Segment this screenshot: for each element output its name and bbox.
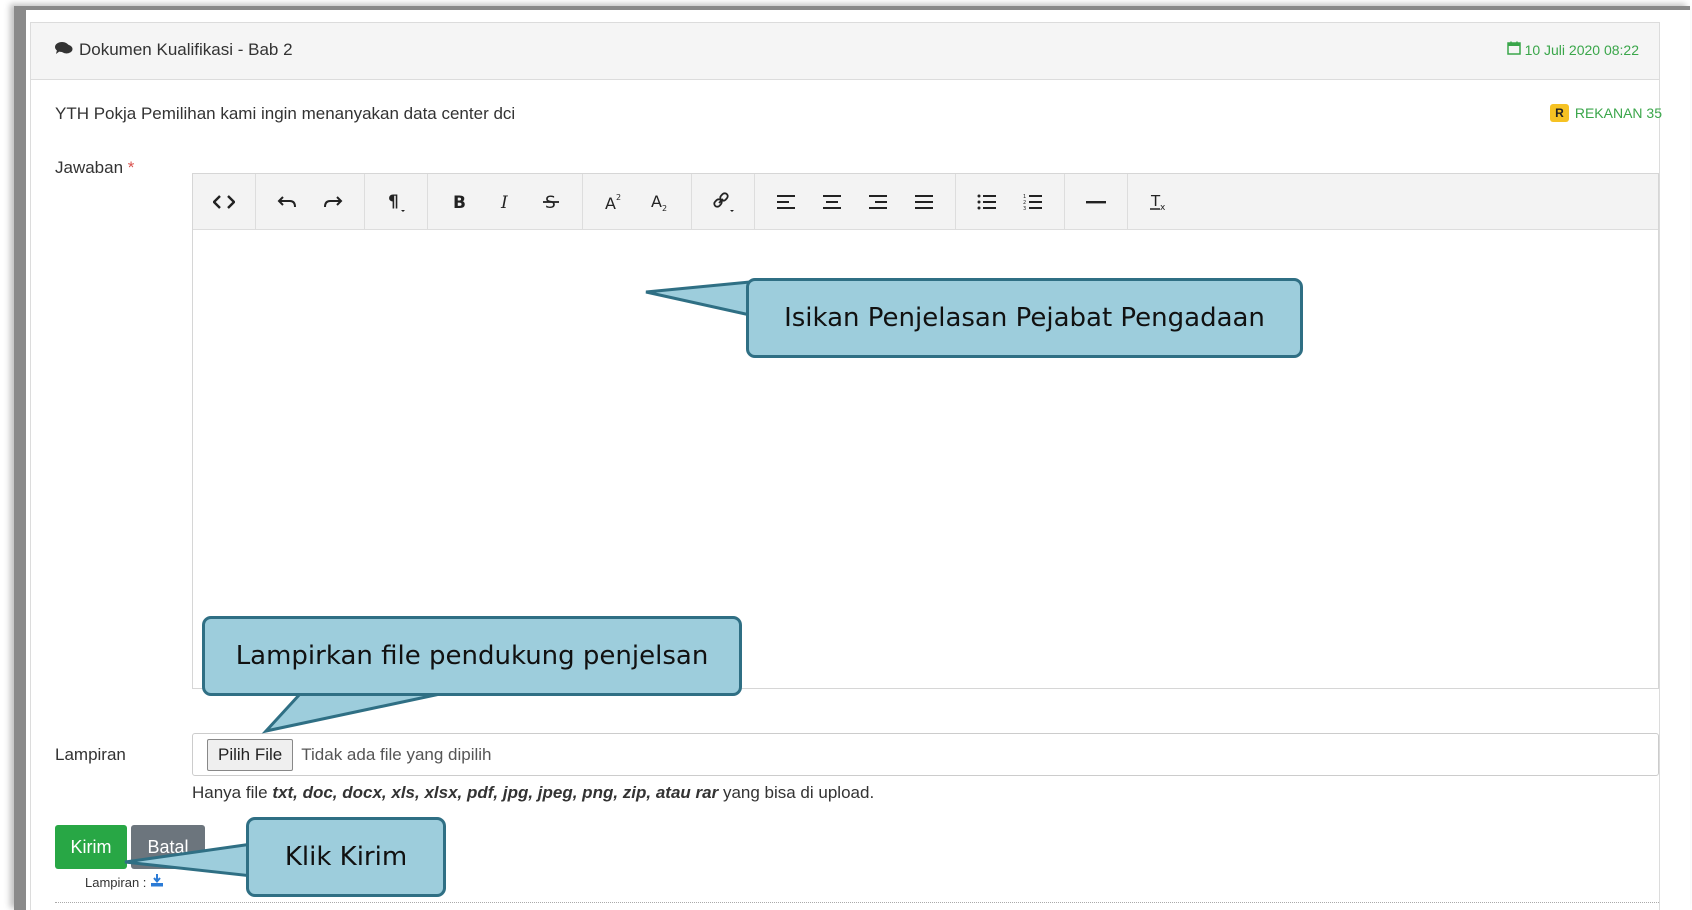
download-icon[interactable] [150,874,164,890]
required-mark: * [127,158,135,177]
toolbar-group-align [755,174,956,229]
svg-text:¶: ¶ [388,192,399,212]
panel-title-text: Dokumen Kualifikasi - Bab 2 [79,40,293,59]
svg-text:A: A [651,192,662,211]
svg-text:x: x [1160,203,1166,212]
sender-name: REKANAN 35 [1574,105,1662,121]
jawaban-label: Jawaban * [55,158,134,178]
toolbar-group-code [193,174,256,229]
align-justify-icon[interactable] [901,179,947,225]
file-status-text: Tidak ada file yang dipilih [301,744,492,764]
toolbar-group-history [256,174,365,229]
svg-text:2: 2 [616,193,621,202]
horizontal-rule-icon[interactable] [1073,179,1119,225]
question-text: YTH Pokja Pemilihan kami ingin menanyaka… [55,104,516,123]
ordered-list-icon[interactable]: 123 [1010,179,1056,225]
hint-suffix: yang bisa di upload. [722,783,875,802]
align-right-icon[interactable] [855,179,901,225]
editor-toolbar: ¶ B I S A2 A2 [193,174,1658,230]
align-left-icon[interactable] [763,179,809,225]
italic-icon[interactable]: I [482,179,528,225]
clear-formatting-icon[interactable]: Tx [1136,179,1182,225]
file-input[interactable]: Pilih File Tidak ada file yang dipilih [192,733,1659,776]
svg-text:2: 2 [662,204,667,212]
subscript-icon[interactable]: A2 [637,179,683,225]
toolbar-group-clear: Tx [1128,174,1190,229]
strikethrough-icon[interactable]: S [528,179,574,225]
svg-text:B: B [453,193,466,212]
sender-badge: R [1550,104,1569,122]
kirim-button[interactable]: Kirim [55,825,127,869]
svg-text:I: I [500,193,508,212]
editor-callout-text: Isikan Penjelasan Pejabat Pengadaan [784,303,1265,333]
post-date-text: 10 Juli 2020 08:22 [1524,41,1639,58]
lampiran-label: Lampiran [55,745,126,764]
toolbar-group-text-style: B I S [428,174,583,229]
rich-text-editor: ¶ B I S A2 A2 [192,173,1659,689]
panel-title: Dokumen Kualifikasi - Bab 2 [55,40,293,60]
toolbar-group-paragraph: ¶ [365,174,428,229]
sender-info: R REKANAN 35 [1550,104,1662,122]
attachment-link[interactable]: Lampiran : [85,874,164,890]
post-date: 10 Juli 2020 08:22 [1506,41,1639,58]
submit-callout-text: Klik Kirim [284,842,408,872]
toolbar-group-rule [1065,174,1128,229]
svg-text:3: 3 [1023,206,1026,210]
submit-callout: Klik Kirim [246,817,446,897]
code-view-icon[interactable] [201,179,247,225]
batal-button[interactable]: Batal [131,825,205,869]
file-type-hint: Hanya file txt, doc, docx, xls, xlsx, pd… [192,783,874,803]
unordered-list-icon[interactable] [964,179,1010,225]
paragraph-format-icon[interactable]: ¶ [373,179,419,225]
choose-file-button[interactable]: Pilih File [207,738,294,771]
hint-prefix: Hanya file [192,783,268,802]
undo-icon[interactable] [264,179,310,225]
toolbar-group-link [692,174,755,229]
superscript-icon[interactable]: A2 [591,179,637,225]
toolbar-group-script: A2 A2 [583,174,692,229]
insert-link-icon[interactable] [700,179,746,225]
comments-icon [55,40,73,60]
redo-icon[interactable] [310,179,356,225]
calendar-icon [1506,41,1521,58]
jawaban-label-text: Jawaban [55,158,124,177]
bold-icon[interactable]: B [436,179,482,225]
svg-text:A: A [605,194,616,212]
align-center-icon[interactable] [809,179,855,225]
panel-header: Dokumen Kualifikasi - Bab 2 10 Juli 2020… [31,23,1659,80]
attachment-callout-text: Lampirkan file pendukung penjelsan [235,641,709,671]
attachment-label: Lampiran : [85,874,147,890]
toolbar-group-lists: 123 [956,174,1065,229]
divider [55,902,1659,903]
attachment-callout: Lampirkan file pendukung penjelsan [202,616,742,696]
hint-types: txt, doc, docx, xls, xlsx, pdf, jpg, jpe… [272,783,719,802]
editor-callout: Isikan Penjelasan Pejabat Pengadaan [746,278,1303,358]
